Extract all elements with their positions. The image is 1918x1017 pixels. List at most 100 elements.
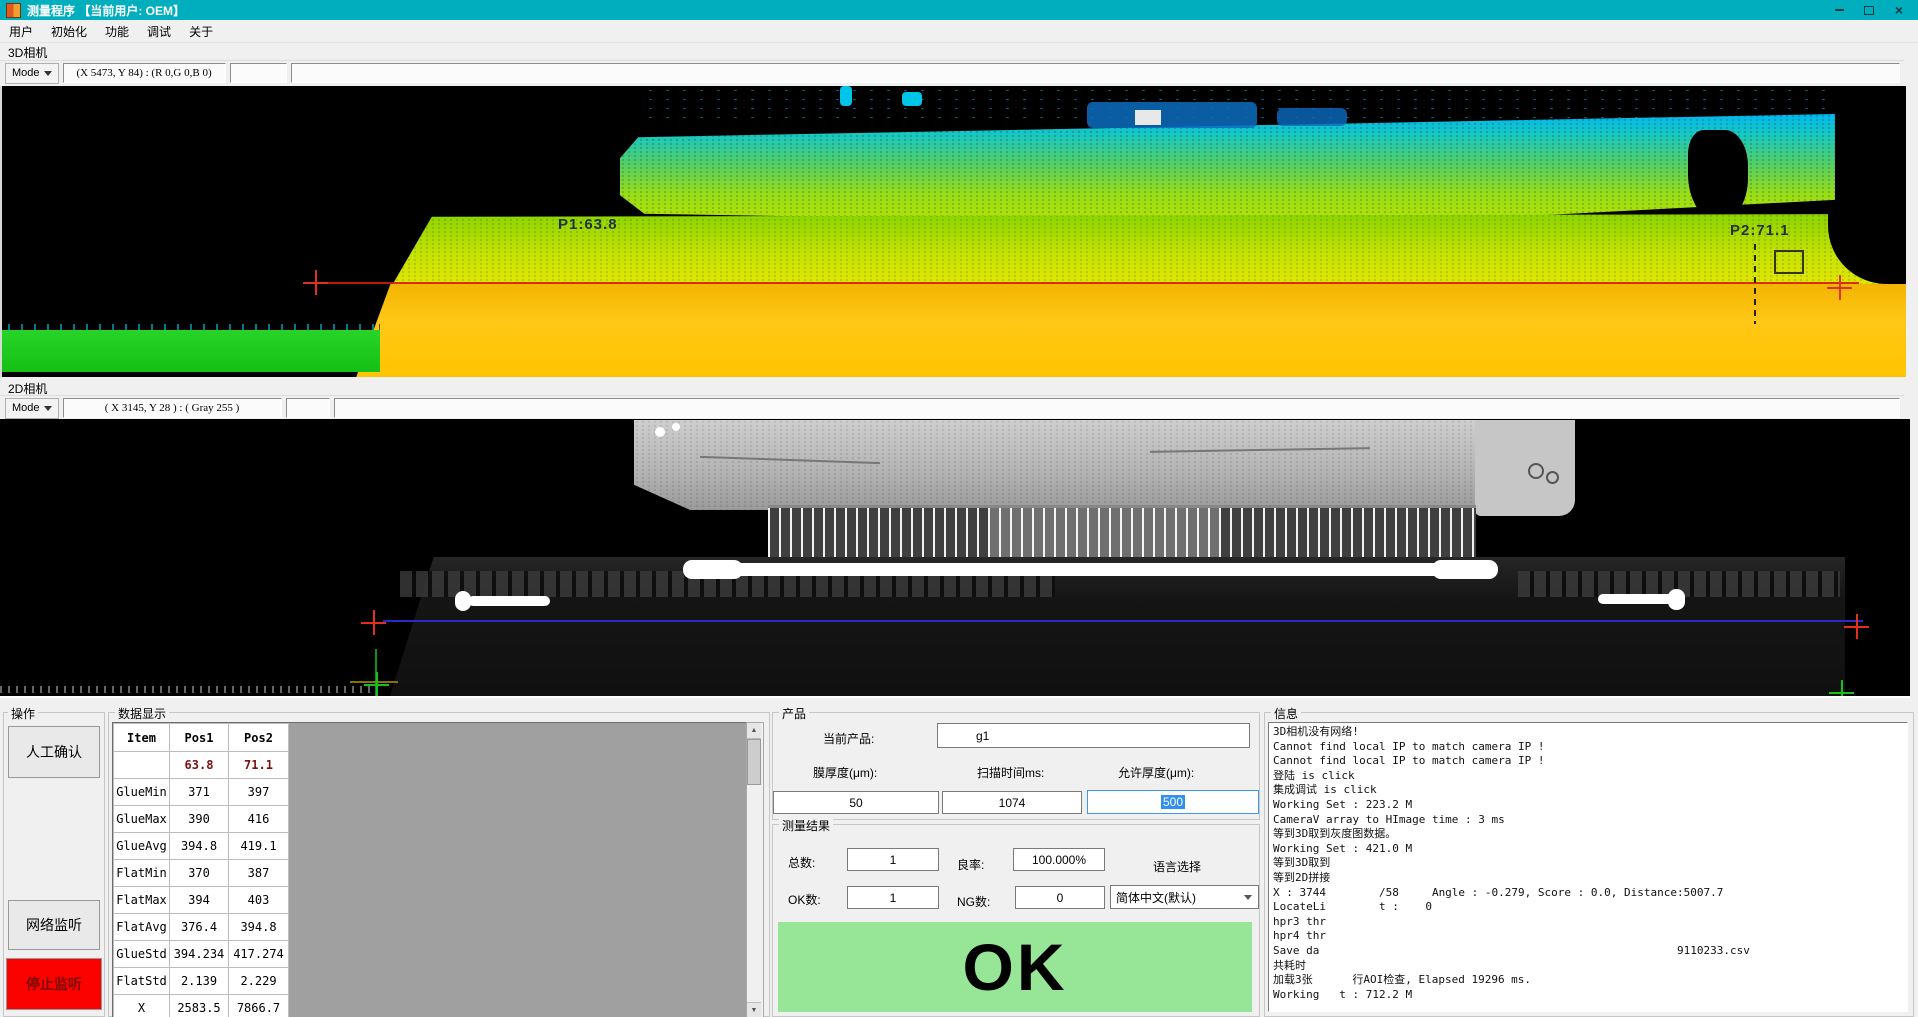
log-line: hpr3 thr xyxy=(1273,915,1907,930)
log-line: 集成调试 is click xyxy=(1273,783,1907,798)
crosshair-left xyxy=(303,270,328,295)
cell-pos1: 394.8 xyxy=(170,833,229,860)
cell-pos2: 71.1 xyxy=(229,752,289,779)
scroll-down-arrow[interactable]: ▼ xyxy=(747,1002,761,1017)
log-line: Working Set : 223.2 M xyxy=(1273,798,1907,813)
table-row[interactable]: X 2583.5 7866.7 xyxy=(114,995,289,1017)
table-row[interactable]: FlatMax 394 403 xyxy=(114,887,289,914)
mode-3d-button[interactable]: Mode xyxy=(5,63,59,84)
cell-item: FlatMin xyxy=(114,860,170,887)
scrollbar-thumb[interactable] xyxy=(747,739,761,785)
yield-label: 良率: xyxy=(957,856,984,873)
cell-pos2: 403 xyxy=(229,887,289,914)
table-row[interactable]: FlatAvg 376.4 394.8 xyxy=(114,914,289,941)
menu-user[interactable]: 用户 xyxy=(0,21,42,42)
cell-pos1: 2583.5 xyxy=(170,995,229,1017)
crosshair-right-green xyxy=(1829,680,1854,698)
mode-2d-label: Mode xyxy=(12,402,40,414)
camera-2d-toolbar: Mode ( X 3145, Y 28 ) : ( Gray 255 ) xyxy=(0,395,1904,420)
white-patch xyxy=(1135,110,1161,125)
camera-3d-toolbar: Mode (X 5473, Y 84) : (R 0,G 0,B 0) xyxy=(0,60,1904,85)
selected-text: 500 xyxy=(1161,795,1185,809)
camera-2d-pixel-readout: ( X 3145, Y 28 ) : ( Gray 255 ) xyxy=(63,398,282,418)
info-log[interactable]: 3D相机没有网络! Cannot find local IP to match … xyxy=(1268,722,1908,1012)
result-status-panel: OK xyxy=(778,922,1252,1012)
cell-item: FlatStd xyxy=(114,968,170,995)
camera-3d-view[interactable]: P1:63.8 P2:71.1 xyxy=(0,86,1906,377)
menu-about[interactable]: 关于 xyxy=(180,21,222,42)
yield-input[interactable]: 100.000% xyxy=(1013,848,1105,871)
menu-initialize[interactable]: 初始化 xyxy=(42,21,96,42)
table-row[interactable]: FlatStd 2.139 2.229 xyxy=(114,968,289,995)
cell-item: GlueStd xyxy=(114,941,170,968)
cell-pos2: 419.1 xyxy=(229,833,289,860)
table-row[interactable]: GlueMax 390 416 xyxy=(114,806,289,833)
network-listen-button[interactable]: 网络监听 xyxy=(8,900,100,950)
cell-pos1: 370 xyxy=(170,860,229,887)
application-window: 测量程序 【当前用户: OEM】 × 用户 初始化 功能 调试 关于 3D相机 … xyxy=(0,0,1918,1017)
ok-count-input[interactable]: 1 xyxy=(847,886,939,909)
dark-notch xyxy=(1688,130,1748,222)
scan-time-label: 扫描时间ms: xyxy=(977,764,1044,781)
log-line: 登陆 is click xyxy=(1273,769,1907,784)
log-line: X : 3744 /58 Angle : -0.279, Score : 0.0… xyxy=(1273,886,1907,901)
cell-item: GlueAvg xyxy=(114,833,170,860)
col-item: Item xyxy=(114,724,170,752)
log-line: Working t : 712.2 M xyxy=(1273,988,1907,1003)
cell-pos2: 387 xyxy=(229,860,289,887)
ng-count-input[interactable]: 0 xyxy=(1015,886,1105,909)
camera-2d-view[interactable] xyxy=(0,419,1910,698)
menu-debug[interactable]: 调试 xyxy=(138,21,180,42)
cell-pos1: 390 xyxy=(170,806,229,833)
table-row[interactable]: GlueStd 394.234 417.274 xyxy=(114,941,289,968)
scan-time-input[interactable]: 1074 xyxy=(942,791,1082,814)
title-bar: 测量程序 【当前用户: OEM】 × xyxy=(0,0,1918,20)
cell-pos1: 371 xyxy=(170,779,229,806)
camera-2d-status-box-3 xyxy=(334,398,1900,418)
via-ring xyxy=(1528,463,1544,479)
allowed-thickness-input[interactable]: 500 xyxy=(1087,790,1259,814)
crosshair-right xyxy=(1827,275,1852,300)
cell-item: DeltaH xyxy=(114,752,170,779)
col-pos1: Pos1 xyxy=(170,724,229,752)
minimize-button[interactable] xyxy=(1824,1,1854,19)
cell-item: X xyxy=(114,995,170,1017)
camera-3d-status-box-3 xyxy=(291,63,1900,83)
table-row[interactable]: GlueAvg 394.8 419.1 xyxy=(114,833,289,860)
allowed-thickness-label: 允许厚度(μm): xyxy=(1118,764,1194,781)
chevron-down-icon xyxy=(1244,895,1252,900)
language-dropdown[interactable]: 简体中文(默认) xyxy=(1110,885,1259,909)
manual-confirm-button[interactable]: 人工确认 xyxy=(8,726,100,778)
close-button[interactable]: × xyxy=(1884,1,1914,19)
cyan-speck xyxy=(902,92,922,106)
stop-listen-button[interactable]: 停止监听 xyxy=(6,958,102,1010)
hook-left xyxy=(468,596,550,606)
total-input[interactable]: 1 xyxy=(847,848,939,871)
film-thickness-input[interactable]: 50 xyxy=(773,791,939,814)
restore-button[interactable] xyxy=(1854,1,1884,19)
camera-2d-label: 2D相机 xyxy=(0,380,47,396)
scroll-up-arrow[interactable]: ▲ xyxy=(747,723,761,739)
menu-function[interactable]: 功能 xyxy=(96,21,138,42)
film-thickness-label: 膜厚度(μm): xyxy=(813,764,877,781)
table-row[interactable]: GlueMin 371 397 xyxy=(114,779,289,806)
table-row[interactable]: FlatMin 370 387 xyxy=(114,860,289,887)
log-line: 等到2D拼接 xyxy=(1273,871,1907,886)
info-group-title: 信息 xyxy=(1271,705,1301,722)
crosshair-left-red xyxy=(361,610,386,635)
solder-dot xyxy=(672,423,680,431)
log-line: 共耗时 xyxy=(1273,959,1907,974)
menu-bar: 用户 初始化 功能 调试 关于 xyxy=(0,20,1918,43)
current-product-input[interactable]: g1 xyxy=(937,723,1250,748)
camera-3d-pixel-readout: (X 5473, Y 84) : (R 0,G 0,B 0) xyxy=(63,63,226,83)
cell-pos1: 394.234 xyxy=(170,941,229,968)
cell-item: GlueMin xyxy=(114,779,170,806)
table-row[interactable]: DeltaH 63.8 71.1 xyxy=(114,752,289,779)
crosshair-left-green xyxy=(364,672,389,697)
table-scrollbar[interactable]: ▲ ▼ xyxy=(746,722,764,1017)
crosshair-right-red xyxy=(1844,614,1869,639)
measure-line-blue xyxy=(383,620,1863,622)
mode-2d-button[interactable]: Mode xyxy=(5,398,59,419)
log-line: 3D相机没有网络! xyxy=(1273,725,1907,740)
cell-pos1: 394 xyxy=(170,887,229,914)
